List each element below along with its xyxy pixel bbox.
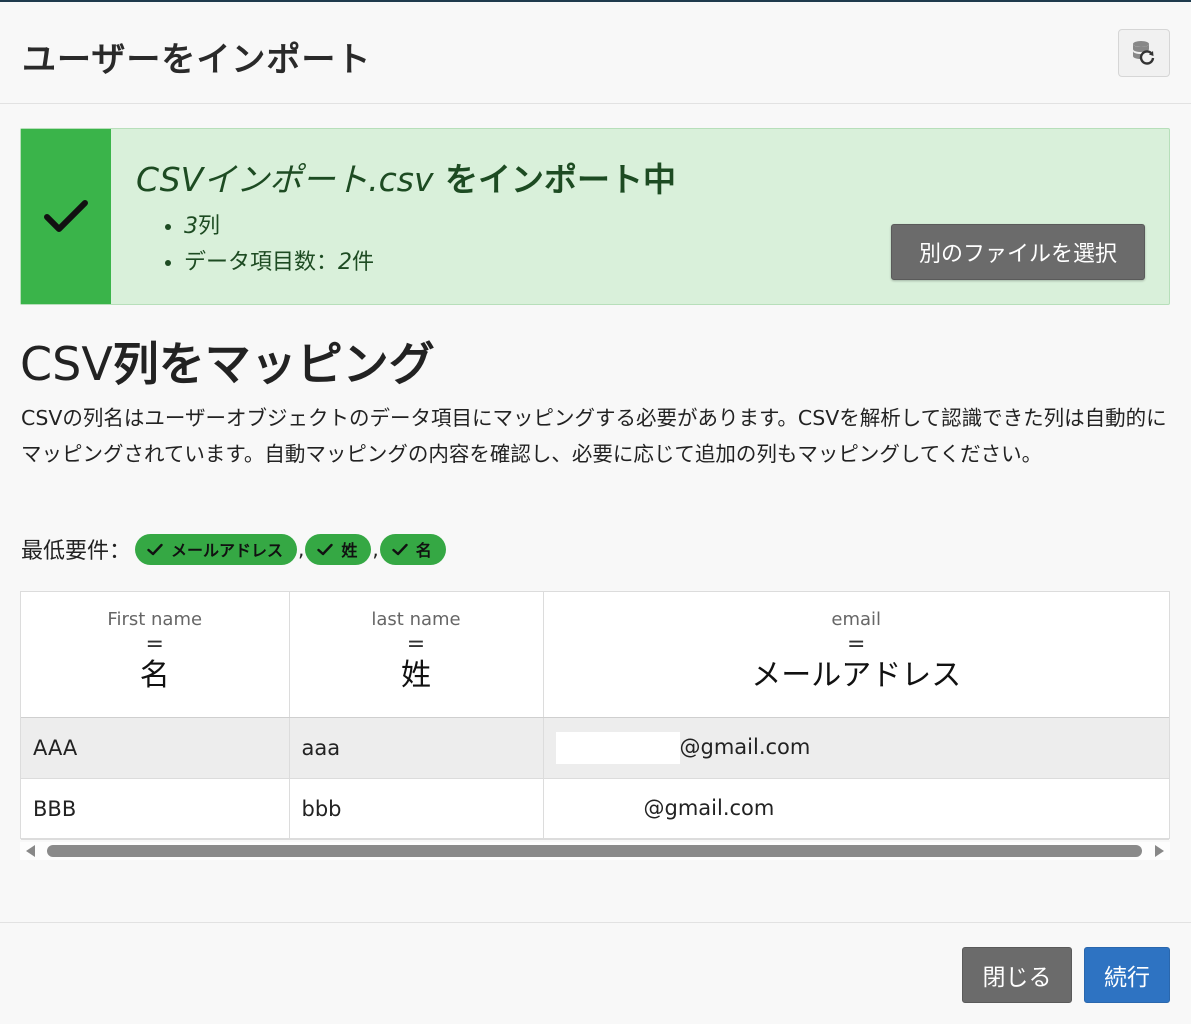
- choose-other-file-button[interactable]: 別のファイルを選択: [891, 224, 1145, 280]
- mapped-field: メールアドレス: [751, 658, 962, 693]
- section-title-csv: CSV: [20, 337, 113, 391]
- table-row: BBB bbb @gmail.com: [21, 778, 1169, 840]
- mapped-field: 名: [139, 658, 170, 693]
- table-cell: bbb: [289, 778, 544, 840]
- database-refresh-icon: [1133, 41, 1155, 65]
- column-header-last-name[interactable]: last name = 姓: [289, 592, 544, 718]
- checkmark-icon: [44, 199, 88, 232]
- column-count-label: 列: [198, 214, 221, 239]
- record-count: 2: [338, 250, 353, 275]
- check-icon: [317, 543, 334, 555]
- minimum-requirements: 最低要件： メールアドレス , 姓 , 名: [21, 533, 446, 565]
- table-row: AAA aaa @gmail.com: [21, 717, 1169, 779]
- column-header-first-name[interactable]: First name = 名: [21, 592, 290, 718]
- table-cell-email: @gmail.com: [543, 717, 1169, 779]
- import-filename: CSVインポート.csv: [136, 160, 434, 199]
- refresh-button[interactable]: [1118, 29, 1170, 77]
- section-title-rest: 列をマッピング: [112, 337, 435, 391]
- list-item: データ項目数：2件: [184, 245, 374, 281]
- column-header-email[interactable]: email = メールアドレス: [543, 592, 1169, 718]
- separator: ,: [298, 537, 305, 561]
- scrollbar-thumb[interactable]: [47, 845, 1142, 857]
- requirement-label: メールアドレス: [171, 541, 284, 560]
- csv-column-name: email: [831, 609, 882, 630]
- check-icon: [392, 543, 408, 555]
- table-cell: aaa: [289, 717, 544, 779]
- mapped-field: 姓: [401, 658, 431, 693]
- dialog-title: ユーザーをインポート: [22, 40, 372, 80]
- redacted-region: [555, 731, 680, 764]
- horizontal-scrollbar[interactable]: [20, 842, 1170, 860]
- table-cell: BBB: [21, 778, 290, 840]
- banner-title: CSVインポート.csv をインポート中: [136, 153, 676, 201]
- continue-button[interactable]: 続行: [1084, 947, 1170, 1003]
- requirement-label: 名: [415, 541, 432, 560]
- requirement-badge-first-name: 名: [379, 533, 446, 565]
- equals-symbol: =: [145, 632, 164, 657]
- import-status-banner: CSVインポート.csv をインポート中 3列 データ項目数：2件 別のファイル…: [20, 128, 1170, 305]
- column-count: 3: [184, 214, 198, 239]
- close-button[interactable]: 閉じる: [962, 947, 1072, 1003]
- email-domain: @gmail.com: [643, 795, 775, 820]
- equals-symbol: =: [847, 632, 866, 657]
- record-count-label: データ項目数：: [184, 250, 339, 275]
- table-header-row: First name = 名 last name = 姓 email = メール…: [21, 592, 1169, 718]
- record-count-unit: 件: [352, 250, 375, 275]
- mapping-description: CSVの列名はユーザーオブジェクトのデータ項目にマッピングする必要があります。C…: [21, 406, 1167, 466]
- requirement-badge-email: メールアドレス: [135, 533, 298, 565]
- requirements-label: 最低要件：: [21, 539, 132, 564]
- section-title: CSV列をマッピング: [20, 328, 435, 394]
- banner-check-panel: [21, 129, 111, 304]
- table-cell-email: @gmail.com: [543, 778, 1169, 840]
- check-icon: [147, 543, 163, 555]
- table-cell: AAA: [21, 717, 290, 779]
- separator: ,: [372, 537, 379, 561]
- list-item: 3列: [184, 209, 374, 245]
- dialog-footer: 閉じる 続行: [0, 922, 1191, 1024]
- redacted-region: [555, 792, 644, 825]
- scroll-right-icon[interactable]: [1155, 845, 1164, 857]
- email-domain: @gmail.com: [679, 734, 811, 759]
- banner-title-suffix: をインポート中: [445, 160, 677, 199]
- requirement-badge-last-name: 姓: [305, 533, 372, 565]
- csv-column-name: last name: [371, 609, 461, 630]
- requirement-label: 姓: [341, 541, 358, 560]
- dialog-header: ユーザーをインポート: [0, 2, 1191, 104]
- equals-symbol: =: [406, 632, 426, 657]
- csv-column-name: First name: [107, 609, 203, 630]
- import-stats-list: 3列 データ項目数：2件: [184, 209, 374, 281]
- scroll-left-icon[interactable]: [26, 845, 35, 857]
- mapping-table: First name = 名 last name = 姓 email = メール…: [20, 591, 1170, 840]
